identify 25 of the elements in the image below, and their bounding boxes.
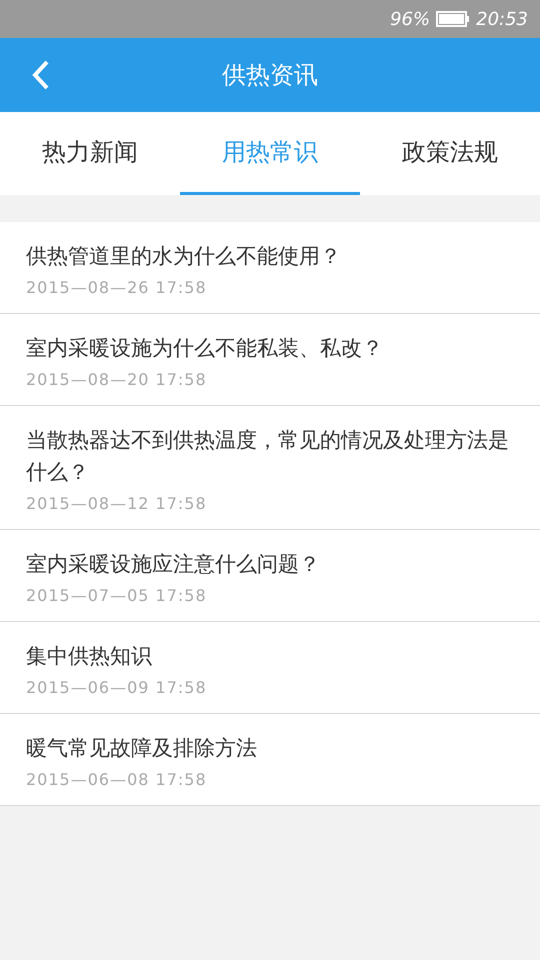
article-date: 2015—06—08 17:58 — [26, 770, 208, 789]
article-title: 室内采暖设施为什么不能私装、私改？ — [26, 335, 384, 362]
tab[interactable]: 热力新闻 — [0, 112, 180, 195]
article-title: 暖气常见故障及排除方法 — [26, 735, 258, 762]
article-title: 集中供热知识 — [26, 643, 153, 670]
article-item[interactable]: 室内采暖设施应注意什么问题？ 2015—07—05 17:58 — [0, 530, 540, 622]
article-title: 室内采暖设施应注意什么问题？ — [26, 551, 321, 578]
battery-percent: 96% — [390, 8, 430, 30]
article-date: 2015—07—05 17:58 — [26, 586, 208, 605]
article-item[interactable]: 室内采暖设施为什么不能私装、私改？ 2015—08—20 17:58 — [0, 314, 540, 406]
article-date: 2015—08—12 17:58 — [26, 494, 208, 513]
article-item[interactable]: 供热管道里的水为什么不能使用？ 2015—08—26 17:58 — [0, 222, 540, 314]
article-item[interactable]: 暖气常见故障及排除方法 2015—06—08 17:58 — [0, 714, 540, 806]
article-date: 2015—08—26 17:58 — [26, 278, 208, 297]
article-date: 2015—06—09 17:58 — [26, 678, 208, 697]
article-item[interactable]: 集中供热知识 2015—06—09 17:58 — [0, 622, 540, 714]
back-icon[interactable] — [32, 60, 50, 90]
article-title: 供热管道里的水为什么不能使用？ — [26, 243, 342, 270]
status-time: 20:53 — [476, 8, 528, 30]
article-date: 2015—08—20 17:58 — [26, 370, 208, 389]
tab[interactable]: 政策法规 — [360, 112, 540, 195]
article-title: 当散热器达不到供热温度，常见的情况及处理方法是什么？ — [26, 427, 510, 486]
article-item[interactable]: 当散热器达不到供热温度，常见的情况及处理方法是什么？ 2015—08—12 17:58 — [0, 406, 540, 530]
page-title: 供热资讯 — [222, 60, 318, 91]
battery-icon — [436, 11, 470, 27]
